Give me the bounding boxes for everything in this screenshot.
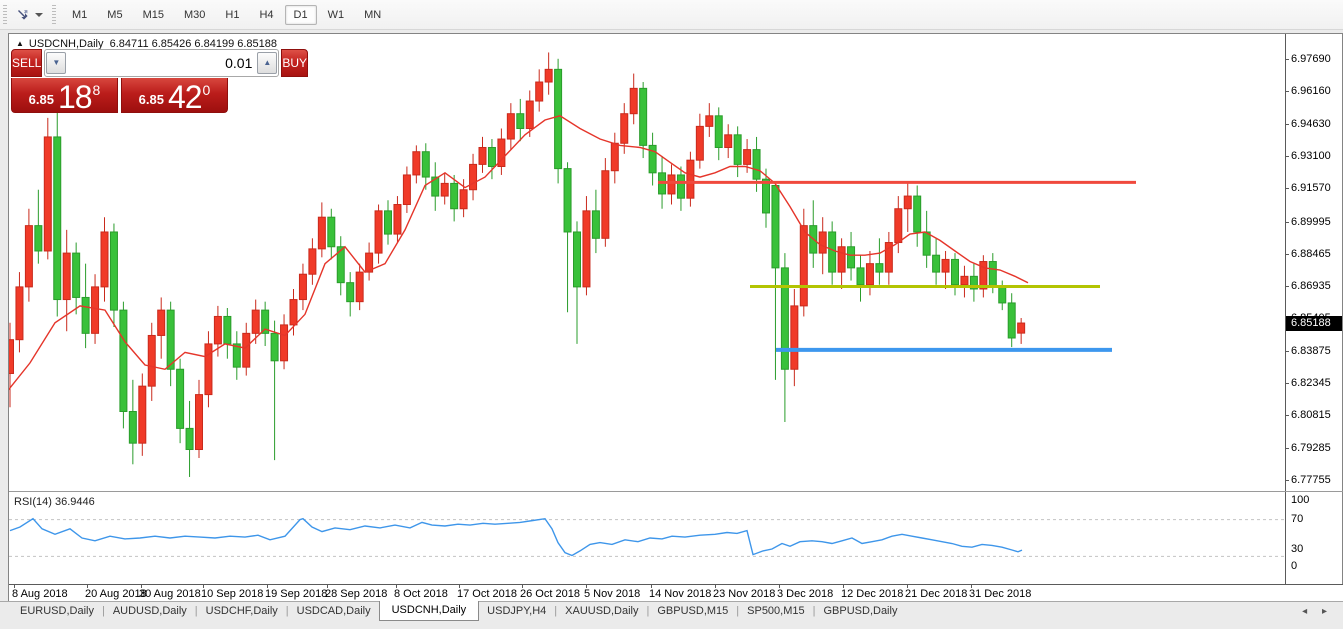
- date-axis-label: 17 Oct 2018: [457, 588, 517, 600]
- tile-arrows-icon[interactable]: [13, 5, 33, 25]
- candles-layer: [9, 52, 1025, 477]
- timeframe-button-mn[interactable]: MN: [355, 5, 390, 25]
- rsi-axis-label: 70: [1291, 513, 1303, 525]
- price-axis-label: 6.86935: [1291, 280, 1331, 292]
- tab-xauusd-daily[interactable]: XAUUSD,Daily: [557, 602, 646, 619]
- toolbar-grip-2[interactable]: [52, 5, 56, 25]
- timeframe-button-m5[interactable]: M5: [98, 5, 131, 25]
- tab-audusd-daily[interactable]: AUDUSD,Daily: [105, 602, 195, 619]
- price-tick: [1285, 351, 1289, 352]
- volume-input[interactable]: [66, 55, 257, 71]
- date-axis-label: 28 Sep 2018: [325, 588, 387, 600]
- sell-price-base: 6.85: [29, 92, 54, 107]
- price-tick: [1285, 383, 1289, 384]
- date-axis-label: 3 Dec 2018: [777, 588, 833, 600]
- sell-price-panel[interactable]: 6.85 18 8: [11, 78, 118, 113]
- tab-gbpusd-m15[interactable]: GBPUSD,M15: [649, 602, 736, 619]
- one-click-trading-panel: SELL ▼ ▲ BUY 6.85 18 8 6.85 42 0: [11, 49, 228, 113]
- date-axis-label: 23 Nov 2018: [713, 588, 775, 600]
- chart-tabbar: EURUSD,Daily|AUDUSD,Daily|USDCHF,Daily|U…: [0, 601, 1343, 629]
- price-tick: [1285, 480, 1289, 481]
- buy-price-pips: 42: [168, 82, 202, 112]
- tab-sp500-m15[interactable]: SP500,M15: [739, 602, 812, 619]
- price-axis-label: 6.89995: [1291, 216, 1331, 228]
- date-axis-label: 26 Oct 2018: [520, 588, 580, 600]
- date-axis-label: 31 Dec 2018: [969, 588, 1031, 600]
- rsi-indicator-area[interactable]: [9, 492, 1285, 584]
- price-tick: [1285, 415, 1289, 416]
- date-axis-label: 21 Dec 2018: [905, 588, 967, 600]
- timeframe-button-m30[interactable]: M30: [175, 5, 214, 25]
- date-axis-label: 14 Nov 2018: [649, 588, 711, 600]
- price-tick: [1285, 59, 1289, 60]
- tab-gbpusd-daily[interactable]: GBPUSD,Daily: [815, 602, 905, 619]
- rsi-axis-label: 100: [1291, 494, 1309, 506]
- top-toolbar: M1M5M15M30H1H4D1W1MN: [0, 0, 1343, 30]
- date-axis-label: 30 Aug 2018: [139, 588, 201, 600]
- date-axis-label: 20 Aug 2018: [85, 588, 147, 600]
- price-scale-separator: [1285, 34, 1286, 584]
- price-axis-label: 6.97690: [1291, 53, 1331, 65]
- price-axis-label: 6.88465: [1291, 248, 1331, 260]
- price-tick: [1285, 124, 1289, 125]
- date-axis-label: 8 Oct 2018: [394, 588, 448, 600]
- one-click-collapse-arrow[interactable]: ▲: [16, 39, 24, 48]
- price-tick: [1285, 448, 1289, 449]
- price-axis-label: 6.80815: [1291, 409, 1331, 421]
- date-axis-label: 19 Sep 2018: [265, 588, 327, 600]
- volume-control: ▼ ▲: [44, 49, 279, 77]
- volume-decrease-button[interactable]: ▼: [46, 52, 66, 74]
- price-axis-label: 6.91570: [1291, 182, 1331, 194]
- rsi-axis-label: 30: [1291, 543, 1303, 555]
- timeframe-button-m15[interactable]: M15: [134, 5, 173, 25]
- rsi-axis-label: 0: [1291, 560, 1297, 572]
- timeframe-button-w1[interactable]: W1: [319, 5, 354, 25]
- price-axis-label: 6.79285: [1291, 442, 1331, 454]
- price-tick: [1285, 286, 1289, 287]
- rsi-indicator-label: RSI(14) 36.9446: [14, 496, 95, 508]
- price-axis-label: 6.94630: [1291, 118, 1331, 130]
- timeframe-button-d1[interactable]: D1: [285, 5, 317, 25]
- tab-scroll-arrows-icon[interactable]: ◂ ▸: [1302, 606, 1333, 617]
- price-axis-label: 6.96160: [1291, 85, 1331, 97]
- date-axis-label: 12 Dec 2018: [841, 588, 903, 600]
- buy-button[interactable]: BUY: [281, 49, 308, 77]
- tab-usdjpy-h4[interactable]: USDJPY,H4: [479, 602, 554, 619]
- price-tick: [1285, 91, 1289, 92]
- tab-usdcad-daily[interactable]: USDCAD,Daily: [289, 602, 379, 619]
- indicator-splitter[interactable]: [9, 491, 1343, 492]
- volume-increase-button[interactable]: ▲: [257, 52, 277, 74]
- price-tick: [1285, 156, 1289, 157]
- timeframe-buttons: M1M5M15M30H1H4D1W1MN: [62, 5, 391, 25]
- rsi-line: [10, 519, 1022, 556]
- toolbar-dropdown-caret-icon[interactable]: [35, 13, 43, 17]
- price-axis-label: 6.83875: [1291, 345, 1331, 357]
- price-axis-label: 6.82345: [1291, 377, 1331, 389]
- timeframe-button-h1[interactable]: H1: [216, 5, 248, 25]
- tab-eurusd-daily[interactable]: EURUSD,Daily: [12, 602, 102, 619]
- price-axis-label: 6.93100: [1291, 150, 1331, 162]
- price-tick: [1285, 254, 1289, 255]
- chart-tabs: EURUSD,Daily|AUDUSD,Daily|USDCHF,Daily|U…: [0, 602, 1343, 623]
- price-tick: [1285, 222, 1289, 223]
- toolbar-grip[interactable]: [3, 5, 7, 25]
- price-tick: [1285, 188, 1289, 189]
- buy-price-panel[interactable]: 6.85 42 0: [121, 78, 228, 113]
- date-scale[interactable]: 8 Aug 2018 20 Aug 201830 Aug 201810 Sep 2…: [9, 584, 1343, 601]
- tab-usdchf-daily[interactable]: USDCHF,Daily: [198, 602, 286, 619]
- date-axis-label: 5 Nov 2018: [584, 588, 640, 600]
- date-axis-label: 10 Sep 2018: [201, 588, 263, 600]
- current-price-box: 6.85188: [1286, 316, 1342, 331]
- sell-button[interactable]: SELL: [11, 49, 42, 77]
- buy-price-pipette: 0: [203, 82, 211, 98]
- timeframe-button-h4[interactable]: H4: [250, 5, 282, 25]
- sell-price-pips: 18: [58, 82, 92, 112]
- timeframe-button-m1[interactable]: M1: [63, 5, 96, 25]
- sell-price-pipette: 8: [93, 82, 101, 98]
- date-axis-label: 8 Aug 2018: [12, 588, 68, 600]
- tab-usdcnh-daily[interactable]: USDCNH,Daily: [379, 601, 480, 621]
- price-axis-label: 6.77755: [1291, 474, 1331, 486]
- buy-price-base: 6.85: [139, 92, 164, 107]
